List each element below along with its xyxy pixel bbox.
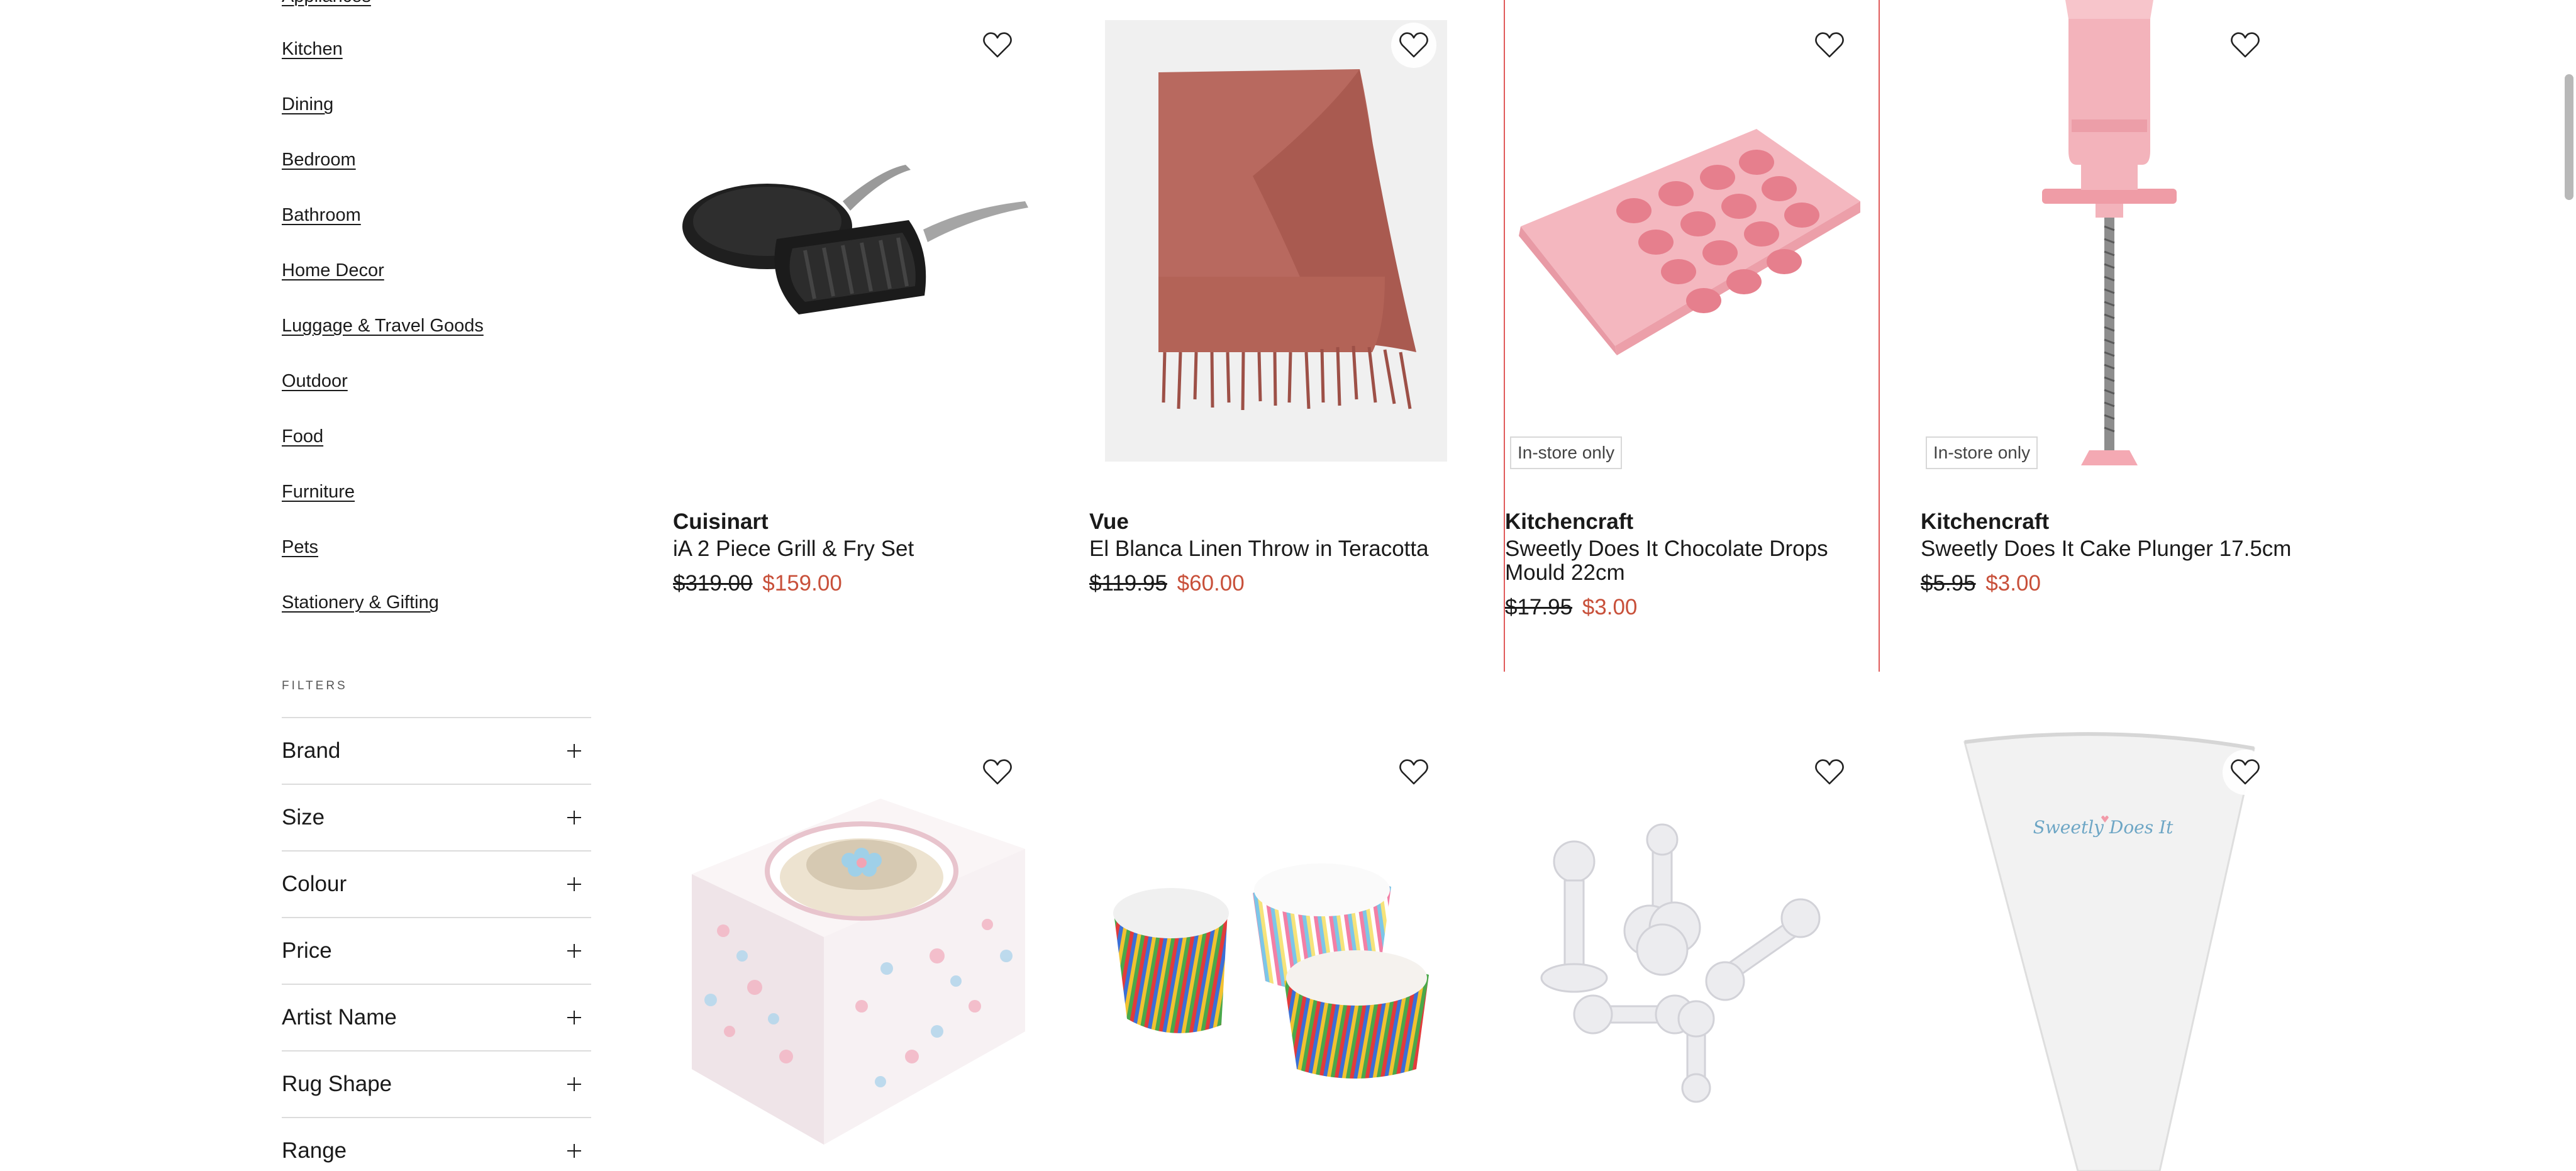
category-link-bedroom[interactable]: Bedroom [282, 150, 356, 170]
wishlist-button[interactable] [2223, 23, 2268, 68]
heart-icon [2231, 759, 2260, 785]
category-link-appliances[interactable]: Appliances [282, 0, 371, 7]
original-price: $5.95 [1921, 571, 1976, 596]
product-card[interactable]: Sweetly Does It [1921, 730, 2296, 1171]
plus-icon [567, 744, 581, 758]
original-price: $119.95 [1089, 571, 1167, 596]
product-brand: Vue [1089, 509, 1129, 534]
product-card[interactable]: In-store only Kitchencraft Sweetly Does … [1921, 0, 2296, 629]
plus-icon [567, 877, 581, 891]
product-name[interactable]: iA 2 Piece Grill & Fry Set [673, 537, 1044, 561]
wishlist-button[interactable] [975, 23, 1020, 68]
filter-price[interactable]: Price [282, 917, 591, 984]
category-link-furniture[interactable]: Furniture [282, 482, 355, 502]
product-image[interactable] [673, 0, 1048, 465]
wishlist-button[interactable] [1807, 750, 1852, 795]
product-prices: $119.95 $60.00 [1089, 571, 1245, 596]
filter-label: Artist Name [282, 1005, 397, 1029]
product-image[interactable] [1089, 730, 1464, 1171]
plus-icon [567, 811, 581, 824]
product-card[interactable] [1089, 730, 1464, 1171]
sale-price: $3.00 [1582, 595, 1638, 619]
heart-icon [1399, 759, 1428, 785]
product-prices: $319.00 $159.00 [673, 571, 842, 596]
filter-label: Size [282, 805, 325, 830]
filter-size[interactable]: Size [282, 784, 591, 850]
product-card[interactable]: In-store only Kitchencraft Sweetly Does … [1505, 0, 1880, 672]
category-link-kitchen[interactable]: Kitchen [282, 39, 343, 60]
product-image[interactable] [1505, 0, 1880, 465]
wishlist-button[interactable] [975, 750, 1020, 795]
heart-icon [983, 759, 1012, 785]
filter-brand[interactable]: Brand [282, 717, 591, 784]
product-name[interactable]: El Blanca Linen Throw in Teracotta [1089, 537, 1460, 561]
product-brand: Kitchencraft [1505, 509, 1634, 534]
product-card[interactable] [673, 730, 1048, 1171]
filter-artist-name[interactable]: Artist Name [282, 984, 591, 1050]
filter-label: Rug Shape [282, 1072, 392, 1096]
category-link-pets[interactable]: Pets [282, 537, 318, 558]
product-card[interactable]: Cuisinart iA 2 Piece Grill & Fry Set $31… [673, 0, 1048, 629]
original-price: $17.95 [1505, 595, 1573, 619]
plus-icon [567, 1077, 581, 1091]
category-link-outdoor[interactable]: Outdoor [282, 371, 348, 392]
category-link-bathroom[interactable]: Bathroom [282, 205, 361, 226]
filter-rug-shape[interactable]: Rug Shape [282, 1050, 591, 1117]
filters-heading: FILTERS [282, 679, 348, 692]
category-link-stationery[interactable]: Stationery & Gifting [282, 592, 439, 613]
category-link-luggage[interactable]: Luggage & Travel Goods [282, 316, 484, 336]
heart-icon [1815, 32, 1844, 58]
wishlist-button[interactable] [1391, 23, 1436, 68]
product-image[interactable]: Sweetly Does It [1921, 730, 2296, 1171]
filter-label: Range [282, 1138, 347, 1163]
product-name[interactable]: Sweetly Does It Chocolate Drops Mould 22… [1505, 537, 1876, 585]
filter-label: Brand [282, 738, 341, 763]
product-brand: Cuisinart [673, 509, 769, 534]
in-store-only-badge: In-store only [1510, 436, 1623, 469]
product-name[interactable]: Sweetly Does It Cake Plunger 17.5cm [1921, 537, 2292, 561]
plus-icon [567, 1011, 581, 1024]
product-brand: Kitchencraft [1921, 509, 2050, 534]
scrollbar-thumb[interactable] [2565, 74, 2573, 200]
category-link-food[interactable]: Food [282, 426, 323, 447]
wishlist-button[interactable] [1807, 23, 1852, 68]
plus-icon [567, 944, 581, 958]
sale-price: $159.00 [762, 571, 842, 596]
product-card[interactable]: Vue El Blanca Linen Throw in Teracotta $… [1089, 0, 1464, 629]
product-image[interactable] [1921, 0, 2296, 465]
wishlist-button[interactable] [1391, 750, 1436, 795]
product-image[interactable] [1089, 0, 1464, 465]
heart-icon [1815, 759, 1844, 785]
filter-colour[interactable]: Colour [282, 850, 591, 917]
sale-price: $60.00 [1177, 571, 1245, 596]
product-image[interactable] [673, 730, 1048, 1171]
in-store-only-badge: In-store only [1926, 436, 2038, 469]
filter-range[interactable]: Range [282, 1117, 591, 1171]
wishlist-button[interactable] [2223, 750, 2268, 795]
heart-icon [983, 32, 1012, 58]
filter-label: Colour [282, 872, 347, 896]
sale-price: $3.00 [1985, 571, 2041, 596]
product-prices: $17.95 $3.00 [1505, 595, 1637, 620]
category-link-dining[interactable]: Dining [282, 94, 333, 115]
product-card[interactable] [1505, 730, 1880, 1171]
heart-icon [1399, 32, 1428, 58]
page-scrollbar[interactable] [2562, 0, 2576, 1171]
heart-icon [2231, 32, 2260, 58]
category-link-home-decor[interactable]: Home Decor [282, 260, 384, 281]
original-price: $319.00 [673, 571, 753, 596]
filter-label: Price [282, 938, 332, 963]
product-image[interactable] [1505, 730, 1880, 1171]
plus-icon [567, 1144, 581, 1158]
product-prices: $5.95 $3.00 [1921, 571, 2041, 596]
